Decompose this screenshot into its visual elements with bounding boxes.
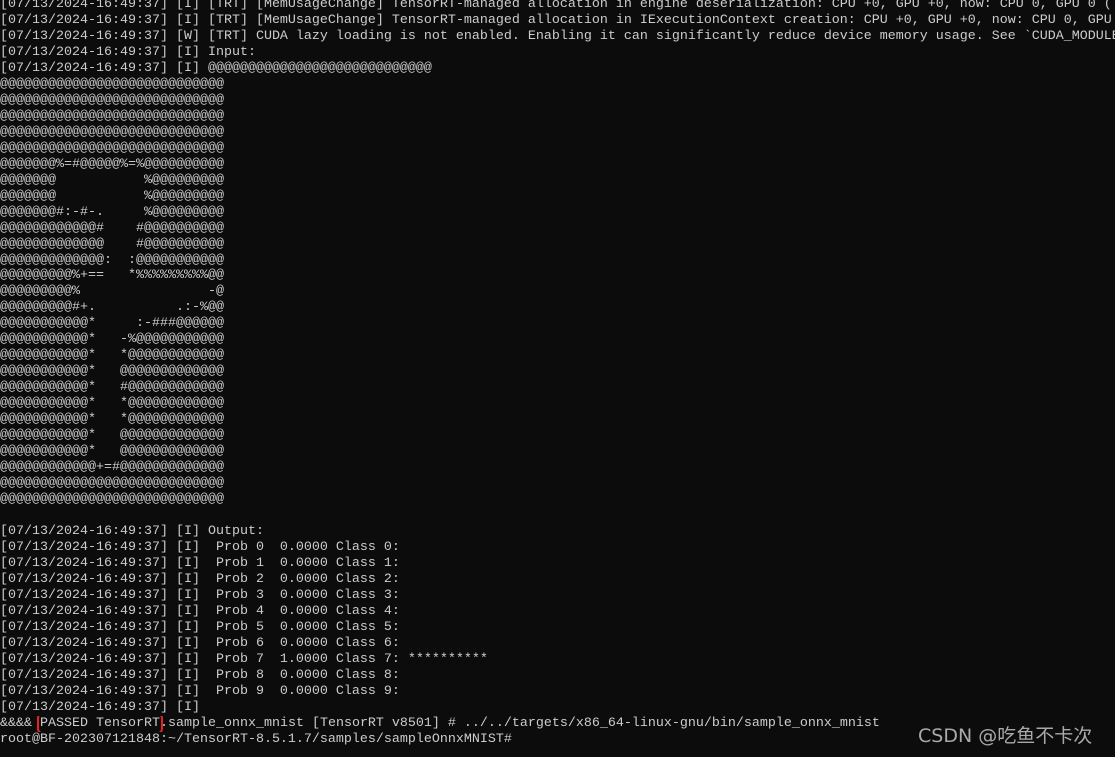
- log-line: @@@@@@@@@@@* *@@@@@@@@@@@@: [0, 412, 224, 428]
- log-line: @@@@@@@@@@@@@@@@@@@@@@@@@@@@: [0, 476, 224, 492]
- log-line: [07/13/2024-16:49:37] [W] [TRT] CUDA laz…: [0, 28, 1115, 44]
- log-line: [07/13/2024-16:49:37] [I]: [0, 699, 200, 715]
- log-line: @@@@@@@@@% -@: [0, 284, 224, 300]
- log-line: @@@@@@@ %@@@@@@@@@: [0, 188, 224, 204]
- log-line: [07/13/2024-16:49:37] [I] Prob 6 0.0000 …: [0, 635, 400, 651]
- terminal-output[interactable]: [07/13/2024-16:49:37] [I] [TRT] [MemUsag…: [0, 0, 1115, 757]
- log-line: [07/13/2024-16:49:37] [I] Prob 0 0.0000 …: [0, 539, 400, 555]
- log-line: [07/13/2024-16:49:37] [I] Prob 3 0.0000 …: [0, 587, 400, 603]
- log-line: @@@@@@@@@@@@@@@@@@@@@@@@@@@@: [0, 108, 224, 124]
- log-line: @@@@@@@#:-#-. %@@@@@@@@@: [0, 204, 224, 220]
- log-line: @@@@@@@ %@@@@@@@@@: [0, 172, 224, 188]
- log-line: @@@@@@@@@@@@@@@@@@@@@@@@@@@@: [0, 492, 224, 508]
- log-line: @@@@@@@@@@@@@@@@@@@@@@@@@@@@: [0, 124, 224, 140]
- log-line: @@@@@@@@@@@@@: :@@@@@@@@@@@: [0, 252, 224, 268]
- log-line: @@@@@@@@@@@@@ #@@@@@@@@@@: [0, 236, 224, 252]
- log-line: [07/13/2024-16:49:37] [I] Input:: [0, 44, 256, 60]
- log-line: @@@@@@@@@@@* *@@@@@@@@@@@@: [0, 348, 224, 364]
- result-prefix: &&&&: [0, 715, 40, 731]
- log-line: @@@@@@@@@#+. .:-%@@: [0, 300, 224, 316]
- log-line: [07/13/2024-16:49:37] [I] @@@@@@@@@@@@@@…: [0, 60, 432, 76]
- result-command: .sample_onnx_mnist [TensorRT v8501] # ..…: [159, 715, 880, 731]
- log-line: @@@@@@@@@@@* #@@@@@@@@@@@@: [0, 380, 224, 396]
- log-line: [07/13/2024-16:49:37] [I] Prob 8 0.0000 …: [0, 667, 400, 683]
- log-line: [07/13/2024-16:49:37] [I] Prob 4 0.0000 …: [0, 603, 400, 619]
- log-line: @@@@@@@@@@@@+=#@@@@@@@@@@@@@: [0, 460, 224, 476]
- log-line: [07/13/2024-16:49:37] [I] [TRT] [MemUsag…: [0, 12, 1112, 28]
- log-line: @@@@@@@@@@@* @@@@@@@@@@@@@: [0, 444, 224, 460]
- log-line: [07/13/2024-16:49:37] [I] [TRT] [MemUsag…: [0, 0, 1112, 12]
- log-line: @@@@@@@@@@@@@@@@@@@@@@@@@@@@: [0, 76, 224, 92]
- log-lines: [07/13/2024-16:49:37] [I] [TRT] [MemUsag…: [0, 0, 1115, 716]
- log-line: [07/13/2024-16:49:37] [I] Prob 9 0.0000 …: [0, 683, 400, 699]
- log-line: @@@@@@@@@@@* @@@@@@@@@@@@@: [0, 428, 224, 444]
- log-line: @@@@@@@%=#@@@@@%=%@@@@@@@@@@: [0, 156, 224, 172]
- log-line: @@@@@@@@@@@* :-###@@@@@@: [0, 316, 224, 332]
- log-line: @@@@@@@@@@@@@@@@@@@@@@@@@@@@: [0, 92, 224, 108]
- log-line: @@@@@@@@@@@@@@@@@@@@@@@@@@@@: [0, 140, 224, 156]
- csdn-watermark: CSDN @吃鱼不卡次: [918, 725, 1093, 747]
- passed-status-highlight: PASSED TensorRT: [37, 715, 163, 732]
- log-line: [07/13/2024-16:49:37] [I] Prob 2 0.0000 …: [0, 571, 400, 587]
- log-line: [07/13/2024-16:49:37] [I] Prob 1 0.0000 …: [0, 555, 400, 571]
- log-line: @@@@@@@@@@@* @@@@@@@@@@@@@: [0, 364, 224, 380]
- log-line: @@@@@@@@@@@@# #@@@@@@@@@@: [0, 220, 224, 236]
- log-line: @@@@@@@@@@@* *@@@@@@@@@@@@: [0, 396, 224, 412]
- log-line: [07/13/2024-16:49:37] [I] Prob 7 1.0000 …: [0, 651, 488, 667]
- log-line: @@@@@@@@@%+== *%%%%%%%%%@@: [0, 268, 224, 284]
- log-line: @@@@@@@@@@@* -%@@@@@@@@@@@: [0, 332, 224, 348]
- log-line: [07/13/2024-16:49:37] [I] Output:: [0, 523, 264, 539]
- log-line: [07/13/2024-16:49:37] [I] Prob 5 0.0000 …: [0, 619, 400, 635]
